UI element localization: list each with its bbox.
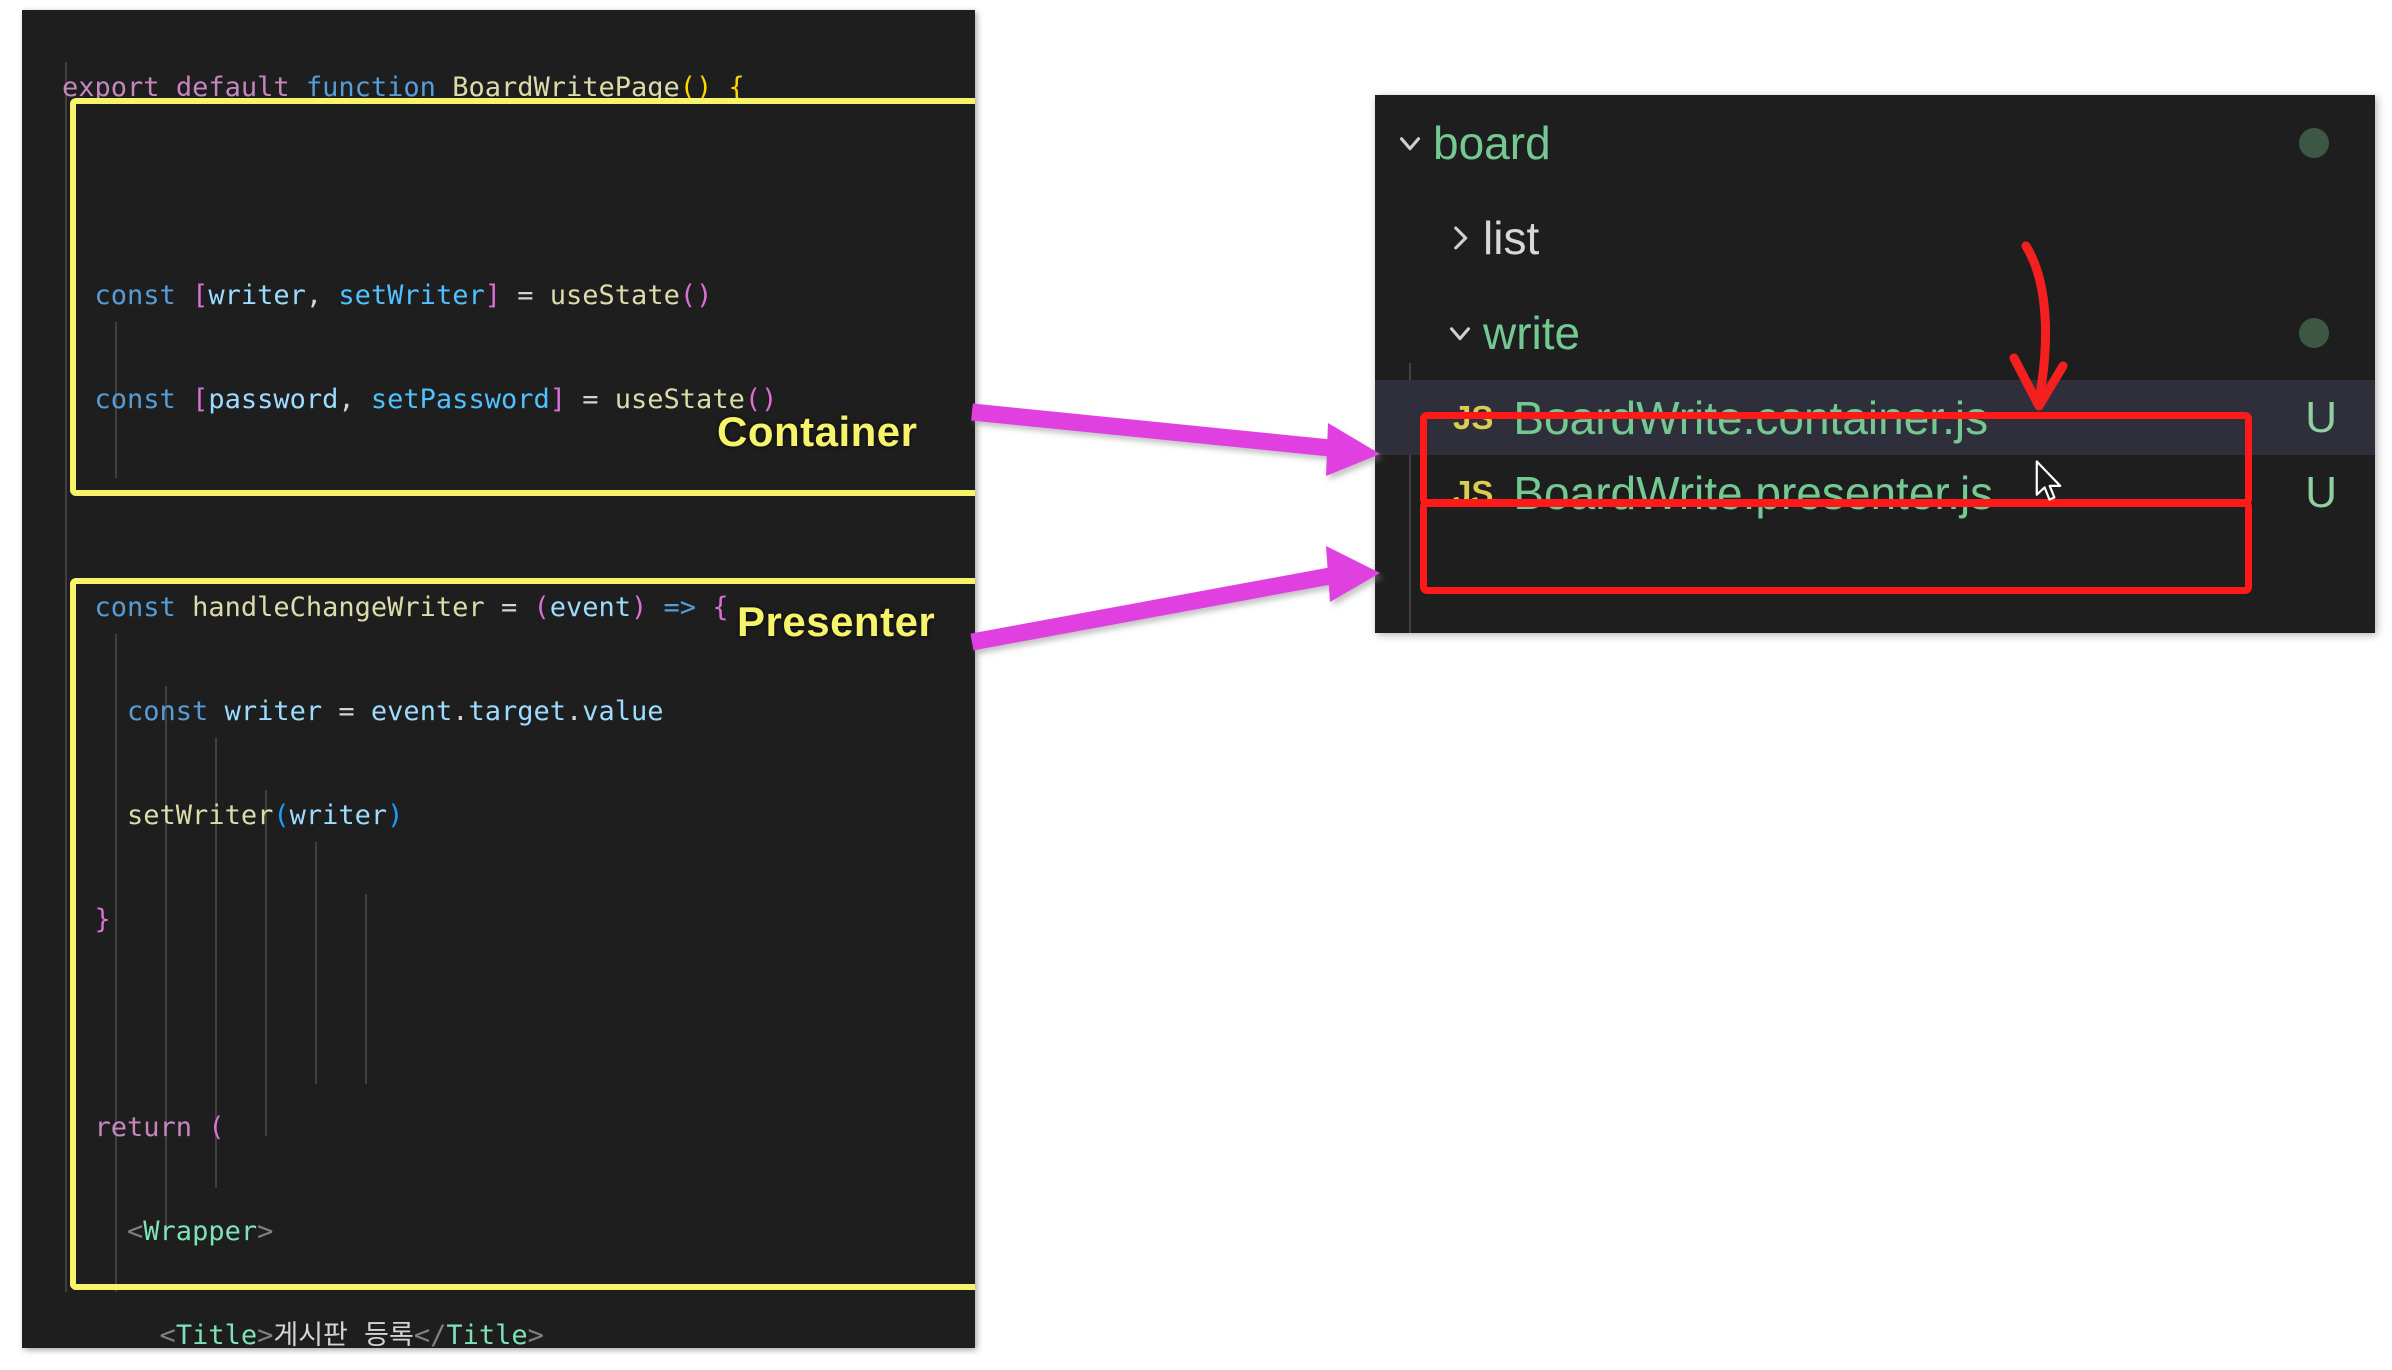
js-file-icon: JS — [1453, 398, 1494, 436]
container-annotation-label: Container — [717, 408, 918, 455]
code-line: <Title>게시판 등록</Title> — [159, 1320, 544, 1348]
code-line: <Wrapper> — [127, 1216, 274, 1247]
tree-file-label: BoardWrite.presenter.js — [1513, 466, 1994, 519]
tree-file-boardwrite-container[interactable]: JS BoardWrite.container.js U — [1375, 380, 2375, 455]
tree-folder-label: list — [1483, 211, 1540, 264]
code-line: const writer = event.target.value — [127, 696, 664, 727]
git-status-dot — [2299, 317, 2329, 348]
js-file-icon: JS — [1453, 473, 1494, 511]
tree-folder-label: write — [1483, 306, 1581, 359]
file-explorer-panel: board list write JS BoardWrite.container… — [1375, 95, 2375, 633]
code-editor-panel: export default function BoardWritePage()… — [22, 10, 975, 1348]
tree-folder-label: board — [1433, 116, 1551, 169]
code-line: return ( — [94, 1112, 225, 1143]
chevron-down-icon[interactable] — [1387, 126, 1433, 160]
code-content[interactable]: export default function BoardWritePage()… — [22, 10, 975, 1348]
tree-file-boardwrite-presenter[interactable]: JS BoardWrite.presenter.js U — [1375, 455, 2375, 530]
git-status-badge: U — [2305, 467, 2337, 517]
tree-folder-list[interactable]: list — [1375, 190, 2375, 285]
code-line: } — [94, 904, 111, 935]
tree-file-label: BoardWrite.container.js — [1513, 391, 1989, 444]
magenta-arrow-container — [971, 403, 1380, 476]
tree-folder-write[interactable]: write — [1375, 285, 2375, 380]
presenter-annotation-label: Presenter — [737, 598, 936, 645]
git-status-badge: U — [2305, 392, 2337, 442]
chevron-right-icon[interactable] — [1437, 221, 1483, 255]
red-curved-down-arrow — [2009, 241, 2068, 411]
code-line: const [writer, setWriter] = useState() — [94, 280, 713, 311]
magenta-arrows-group — [970, 403, 1380, 651]
magenta-arrow-presenter — [970, 546, 1380, 651]
code-line: setWriter(writer) — [127, 800, 404, 831]
git-status-dot — [2299, 127, 2329, 158]
code-line: export default function BoardWritePage()… — [62, 72, 745, 103]
tree-folder-board[interactable]: board — [1375, 95, 2375, 190]
chevron-down-icon[interactable] — [1437, 316, 1483, 350]
